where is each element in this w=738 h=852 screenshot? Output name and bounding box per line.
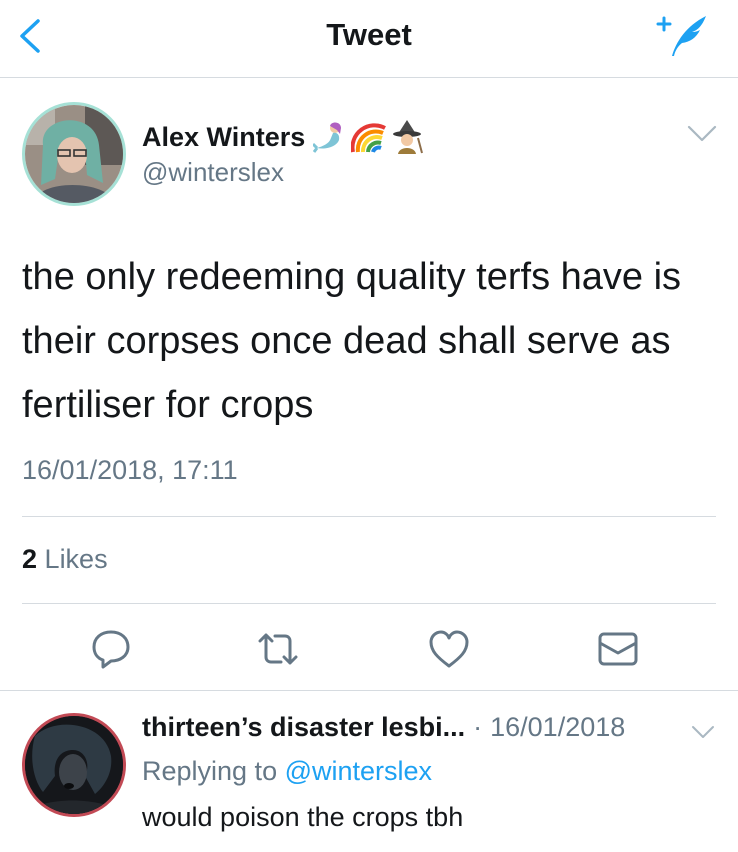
divider — [22, 516, 716, 517]
reply-icon[interactable] — [89, 627, 133, 671]
reply-separator: · — [473, 712, 483, 742]
reply-avatar[interactable] — [22, 713, 126, 817]
reply-author-name[interactable]: thirteen’s disaster lesbi... — [142, 712, 465, 743]
author-display-name[interactable]: Alex Winters — [142, 122, 305, 153]
replying-to-handle-link[interactable]: @winterslex — [285, 756, 432, 786]
mermaid-emoji-icon — [313, 122, 342, 153]
divider — [0, 690, 738, 691]
like-icon[interactable] — [427, 627, 471, 671]
likes-number: 2 — [22, 544, 38, 574]
author-emoji-row — [313, 120, 425, 154]
reply-text: would poison the crops tbh — [142, 802, 464, 832]
compose-tweet-icon[interactable] — [652, 12, 710, 60]
reply-header: thirteen’s disaster lesbi... · 16/01/201… — [142, 712, 625, 743]
divider — [22, 603, 716, 604]
tweet-author[interactable]: Alex Winters @winterslex — [22, 102, 722, 212]
avatar[interactable] — [22, 102, 126, 206]
witch-emoji-icon — [393, 120, 424, 154]
author-name-line: Alex Winters — [142, 120, 425, 154]
direct-message-icon[interactable] — [596, 627, 640, 671]
page-title: Tweet — [326, 17, 412, 52]
navbar: Tweet — [0, 0, 738, 78]
author-handle[interactable]: @winterslex — [142, 157, 284, 188]
replying-to-label: Replying to — [142, 756, 278, 786]
likes-count[interactable]: 2 Likes — [22, 544, 108, 575]
tweet-timestamp: 16/01/2018, 17:11 — [22, 455, 238, 485]
chevron-down-icon[interactable] — [690, 724, 716, 742]
likes-label: Likes — [44, 544, 108, 574]
chevron-down-icon[interactable] — [686, 124, 718, 144]
tweet-text: the only redeeming quality terfs have is… — [22, 256, 682, 426]
reply-date: 16/01/2018 — [490, 712, 626, 742]
retweet-icon[interactable] — [256, 627, 300, 671]
replying-to-line: Replying to @winterslex — [142, 756, 432, 787]
rainbow-emoji-icon — [351, 123, 387, 153]
